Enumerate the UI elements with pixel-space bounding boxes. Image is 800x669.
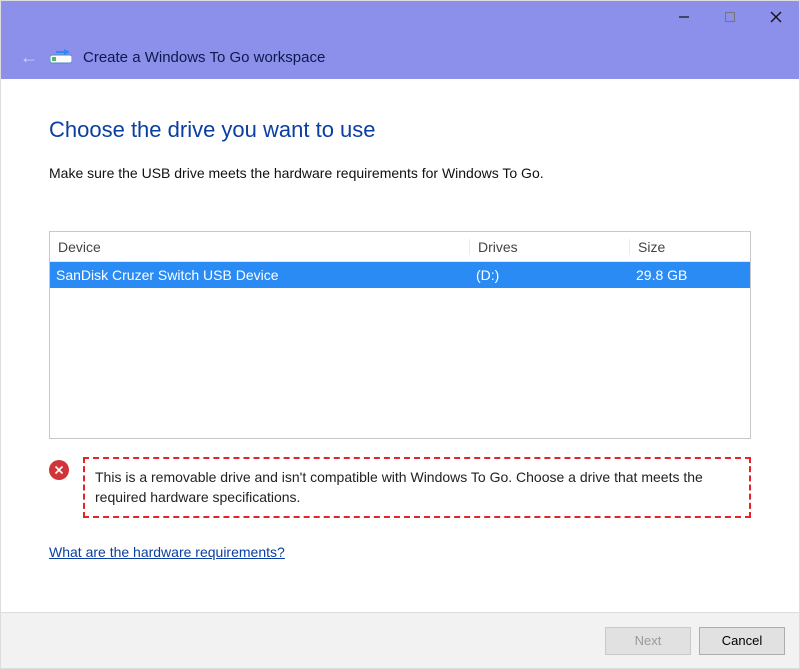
- cell-size: 29.8 GB: [630, 267, 750, 283]
- col-header-device[interactable]: Device: [50, 239, 470, 255]
- table-header: Device Drives Size: [50, 232, 750, 262]
- col-header-size[interactable]: Size: [630, 239, 750, 255]
- window-title: Create a Windows To Go workspace: [83, 49, 325, 66]
- minimize-button[interactable]: [661, 1, 707, 33]
- wizard-window: ← Create a Windows To Go workspace Choos…: [0, 0, 800, 669]
- page-heading: Choose the drive you want to use: [49, 117, 751, 143]
- titlebar-content: ← Create a Windows To Go workspace: [1, 45, 325, 69]
- drive-table: Device Drives Size SanDisk Cruzer Switch…: [49, 231, 751, 439]
- next-button: Next: [605, 627, 691, 655]
- page-subtext: Make sure the USB drive meets the hardwa…: [49, 165, 751, 181]
- wizard-content: Choose the drive you want to use Make su…: [1, 79, 799, 612]
- app-icon: [49, 45, 73, 69]
- table-row[interactable]: SanDisk Cruzer Switch USB Device (D:) 29…: [50, 262, 750, 288]
- window-controls: [661, 1, 799, 33]
- back-arrow-icon[interactable]: ←: [19, 47, 39, 68]
- help-link[interactable]: What are the hardware requirements?: [49, 544, 751, 560]
- error-row: This is a removable drive and isn't comp…: [49, 457, 751, 518]
- cancel-button[interactable]: Cancel: [699, 627, 785, 655]
- wizard-footer: Next Cancel: [1, 612, 799, 668]
- maximize-button[interactable]: [707, 1, 753, 33]
- error-icon: [49, 460, 69, 480]
- error-message: This is a removable drive and isn't comp…: [83, 457, 751, 518]
- cell-drives: (D:): [470, 267, 630, 283]
- cell-device: SanDisk Cruzer Switch USB Device: [50, 267, 470, 283]
- close-button[interactable]: [753, 1, 799, 33]
- col-header-drives[interactable]: Drives: [470, 239, 630, 255]
- titlebar: ← Create a Windows To Go workspace: [1, 1, 799, 79]
